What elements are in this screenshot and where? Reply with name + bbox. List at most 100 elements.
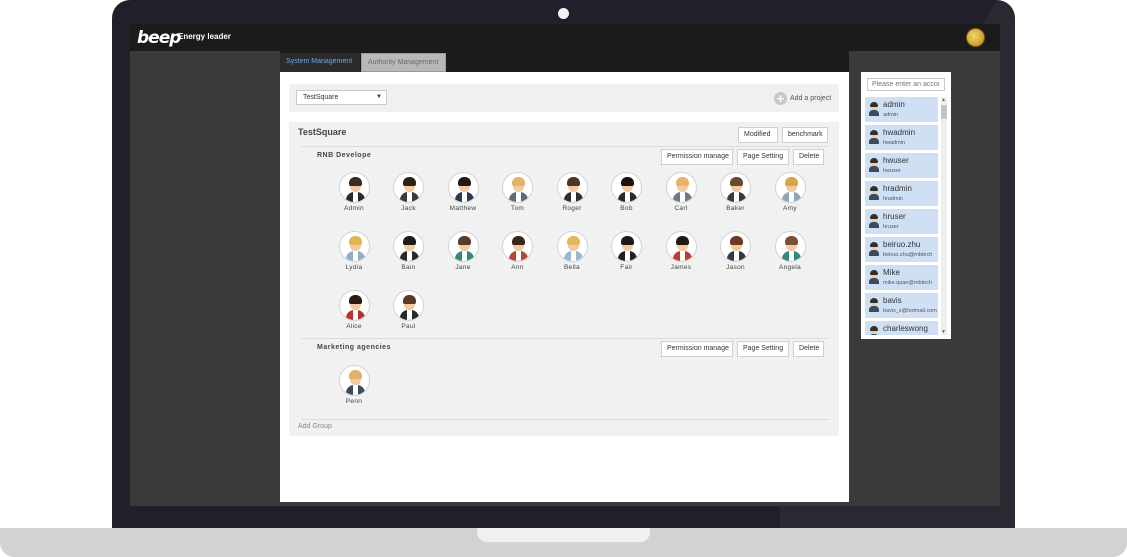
page-setting-button[interactable]: Page Setting <box>737 341 789 357</box>
member-paul[interactable]: Paul <box>384 290 434 330</box>
member-james[interactable]: James <box>656 231 706 271</box>
account-scrollbar[interactable]: ▲ ▼ <box>941 97 947 335</box>
account-login: hwadmin <box>883 140 906 146</box>
member-name: Fair <box>620 264 633 271</box>
account-item[interactable]: hwuser hwuser <box>865 153 938 178</box>
account-avatar <box>868 102 880 116</box>
member-name: Lydia <box>345 264 363 271</box>
member-name: Bain <box>401 264 416 271</box>
account-avatar <box>868 130 880 144</box>
member-bella[interactable]: Bella <box>547 231 597 271</box>
member-name: Admin <box>344 205 364 212</box>
member-name: Jane <box>455 264 471 271</box>
member-alice[interactable]: Alice <box>329 290 379 330</box>
member-fair[interactable]: Fair <box>602 231 652 271</box>
member-name: Angela <box>778 264 802 271</box>
member-jane[interactable]: Jane <box>438 231 488 271</box>
account-item[interactable]: admin admin <box>865 97 938 122</box>
account-avatar <box>868 158 880 172</box>
tab-system-management[interactable]: System Management <box>280 53 360 72</box>
member-bain[interactable]: Bain <box>384 231 434 271</box>
member-tom[interactable]: Tom <box>493 172 543 212</box>
account-item[interactable]: charleswong <box>865 321 938 335</box>
member-name: Roger <box>562 205 582 212</box>
member-name: Jason <box>726 264 745 271</box>
member-avatar <box>447 231 479 262</box>
permission-manage-button[interactable]: Permission manage <box>661 341 733 357</box>
member-lydia[interactable]: Lydia <box>329 231 379 271</box>
scroll-down-icon[interactable]: ▼ <box>941 329 946 335</box>
project-card: TestSquare Modified benchmark RNB Develo… <box>289 122 839 436</box>
account-item[interactable]: hruser hruser <box>865 209 938 234</box>
project-select-value: TestSquare <box>303 94 339 101</box>
member-name: Matthew <box>449 205 477 212</box>
delete-group-button[interactable]: Delete <box>793 341 824 357</box>
delete-group-button[interactable]: Delete <box>793 149 824 165</box>
member-name: Bella <box>564 264 580 271</box>
member-avatar <box>502 231 533 262</box>
member-amy[interactable]: Amy <box>765 172 815 212</box>
scroll-up-icon[interactable]: ▲ <box>941 97 946 103</box>
account-list[interactable]: admin admin hwadmin hwadmin hwuser hwuser hrad… <box>865 97 940 335</box>
account-name: hwuser <box>883 156 909 165</box>
member-avatar <box>502 172 533 203</box>
member-avatar <box>720 172 751 203</box>
member-avatar <box>338 172 370 203</box>
user-avatar[interactable] <box>966 28 985 47</box>
account-avatar <box>868 186 880 200</box>
add-project-button[interactable]: + Add a project <box>774 91 831 105</box>
laptop-notch <box>477 528 650 542</box>
member-avatar <box>447 172 479 203</box>
account-item[interactable]: Mike mike.quan@mbtech <box>865 265 938 290</box>
member-angela[interactable]: Angela <box>765 231 815 271</box>
account-item[interactable]: hwadmin hwadmin <box>865 125 938 150</box>
account-avatar <box>868 270 880 284</box>
member-jack[interactable]: Jack <box>384 172 434 212</box>
member-bob[interactable]: Bob <box>602 172 652 212</box>
account-avatar <box>868 214 880 228</box>
account-name: hradmin <box>883 184 912 193</box>
project-select[interactable]: TestSquare ▼ <box>296 90 387 105</box>
member-name: Carl <box>674 205 688 212</box>
member-avatar <box>556 231 588 262</box>
account-name: hwadmin <box>883 128 916 137</box>
app-logo: beep <box>137 28 181 48</box>
modified-button[interactable]: Modified <box>738 127 778 143</box>
add-group-link[interactable]: Add Group <box>298 423 332 430</box>
account-name: bavis <box>883 296 902 305</box>
member-matthew[interactable]: Matthew <box>438 172 488 212</box>
account-login: hwuser <box>883 168 901 174</box>
tab-authority-management[interactable]: Authority Management <box>361 53 446 72</box>
member-ann[interactable]: Ann <box>493 231 543 271</box>
dropdown-arrow-icon: ▼ <box>376 94 382 100</box>
permission-manage-button[interactable]: Permission manage <box>661 149 733 165</box>
project-title: TestSquare <box>298 127 347 137</box>
account-name: beiruo.zhu <box>883 240 921 249</box>
member-name: Jack <box>401 205 416 212</box>
member-admin[interactable]: Admin <box>329 172 379 212</box>
member-name: Paul <box>401 323 416 330</box>
member-jason[interactable]: Jason <box>711 231 761 271</box>
member-avatar <box>665 231 697 262</box>
member-avatar <box>774 231 806 262</box>
account-login: admin <box>883 112 898 118</box>
account-item[interactable]: bavis bavis_z@hotmail.com <box>865 293 938 318</box>
member-avatar <box>774 172 806 203</box>
member-carl[interactable]: Carl <box>656 172 706 212</box>
member-roger[interactable]: Roger <box>547 172 597 212</box>
scroll-thumb[interactable] <box>941 105 947 119</box>
account-search-input[interactable] <box>867 78 945 91</box>
account-avatar <box>868 298 880 312</box>
account-item[interactable]: beiruo.zhu beiruo.zhu@mbtech <box>865 237 938 262</box>
plus-circle-icon: + <box>774 91 787 105</box>
page-setting-button[interactable]: Page Setting <box>737 149 789 165</box>
webcam-icon <box>558 8 569 19</box>
project-toolbar: TestSquare ▼ + Add a project <box>289 84 839 112</box>
account-login: hruser <box>883 224 899 230</box>
member-baker[interactable]: Baker <box>711 172 761 212</box>
member-penn[interactable]: Penn <box>329 365 379 405</box>
benchmark-button[interactable]: benchmark <box>782 127 828 143</box>
account-item[interactable]: hradmin hradmin <box>865 181 938 206</box>
member-name: Baker <box>726 205 745 212</box>
member-name: Ann <box>511 264 524 271</box>
